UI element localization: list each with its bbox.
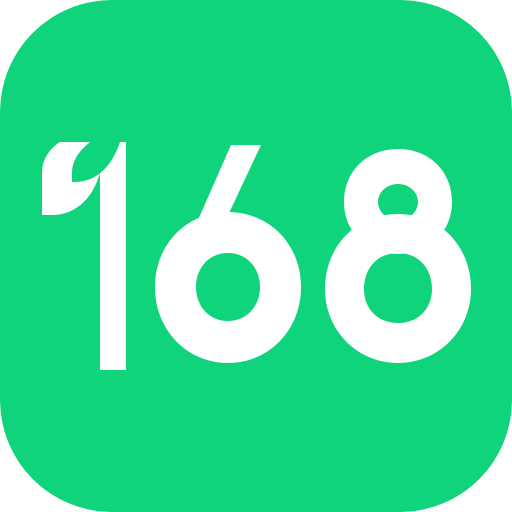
canvas: 168 (0, 0, 512, 512)
logo-168-icon (0, 0, 512, 512)
app-icon: 168 (0, 0, 512, 512)
